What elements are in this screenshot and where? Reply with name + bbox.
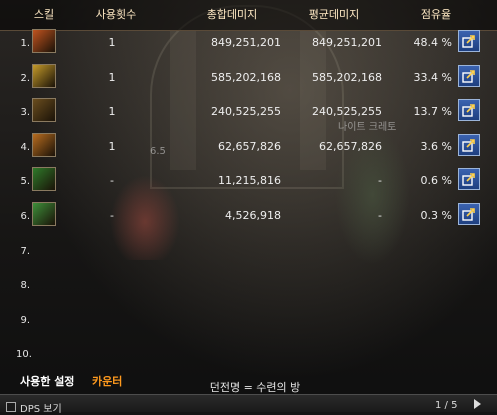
header-count: 사용횟수 — [95, 8, 137, 21]
flame-skill-icon — [32, 29, 56, 53]
table-row: 2. 1 585,202,168 585,202,168 33.4 % — [0, 61, 497, 97]
row-index: 3. — [20, 107, 30, 119]
table-row: 3. 1 240,525,255 240,525,255 13.7 % — [0, 95, 497, 131]
table-row: 10. — [0, 337, 497, 373]
header-avg: 평균데미지 — [308, 8, 360, 21]
export-icon — [462, 208, 475, 221]
page-indicator: 1 / 5 — [435, 400, 458, 411]
share-cell: 13.7 % — [413, 105, 452, 119]
green-strike-skill-icon — [32, 202, 56, 226]
export-icon — [462, 138, 475, 152]
avg-damage-cell: 240,525,255 — [312, 105, 382, 119]
tab-used-settings[interactable]: 사용한 설정 — [20, 373, 74, 389]
total-damage-cell: 62,657,826 — [218, 139, 281, 153]
table-row: 6. - 4,526,918 - 0.3 % — [0, 199, 497, 235]
row-index: 8. — [20, 280, 30, 292]
share-button[interactable] — [458, 30, 480, 52]
count-cell: 1 — [108, 70, 116, 84]
avg-damage-cell: - — [378, 174, 382, 188]
row-index: 9. — [20, 314, 30, 326]
row-index: 4. — [20, 141, 30, 153]
total-damage-cell: 11,215,816 — [218, 174, 281, 188]
header-total: 총합데미지 — [206, 8, 258, 21]
table-row: 8. — [0, 268, 497, 304]
header-skill: 스킬 — [33, 8, 55, 21]
row-index: 6. — [20, 211, 30, 222]
green-blade-skill-icon — [32, 167, 56, 192]
avg-damage-cell: 849,251,201 — [312, 36, 382, 49]
count-cell: - — [110, 209, 114, 222]
sword-burst-skill-icon — [32, 63, 56, 88]
share-cell: 33.4 % — [413, 70, 452, 84]
export-icon — [462, 173, 475, 187]
table-row: 9. — [0, 303, 497, 339]
export-icon — [462, 104, 475, 117]
count-cell: 1 — [108, 105, 116, 119]
dungeon-name: 던전명 = 수련의 방 — [209, 381, 301, 394]
table-row: 5. - 11,215,816 - 0.6 % — [0, 164, 497, 200]
avg-damage-cell: 585,202,168 — [312, 70, 382, 84]
share-cell: 3.6 % — [420, 139, 452, 153]
share-cell: 48.4 % — [413, 36, 452, 49]
table-row: 4. 1 62,657,826 62,657,826 3.6 % — [0, 130, 497, 166]
tab-counter[interactable]: 카운터 — [92, 373, 122, 389]
export-icon — [462, 35, 475, 48]
total-damage-cell: 585,202,168 — [211, 70, 281, 84]
avg-damage-cell: - — [378, 209, 382, 222]
row-index: 5. — [20, 176, 30, 188]
row-index: 7. — [20, 245, 30, 257]
total-damage-cell: 849,251,201 — [211, 36, 281, 49]
next-page-icon[interactable] — [474, 399, 481, 409]
share-button[interactable] — [458, 203, 480, 225]
header-share: 점유율 — [420, 8, 452, 21]
count-cell: 1 — [108, 36, 116, 49]
share-button[interactable] — [458, 64, 480, 87]
table-row: 7. — [0, 234, 497, 270]
row-index: 10. — [16, 349, 32, 361]
row-index: 1. — [20, 38, 30, 49]
share-button[interactable] — [458, 99, 480, 122]
share-button[interactable] — [458, 133, 480, 156]
bottom-bar: 던전명 = 수련의 방 DPS 보기 1 / 5 — [0, 381, 497, 415]
cross-swords-skill-icon — [32, 132, 56, 157]
avg-damage-cell: 62,657,826 — [319, 139, 382, 153]
count-cell: - — [110, 174, 114, 188]
table-row: 1. 1 849,251,201 849,251,201 48.4 % — [0, 26, 497, 62]
total-damage-cell: 4,526,918 — [225, 209, 281, 222]
count-cell: 1 — [108, 139, 116, 153]
dps-label: DPS 보기 — [20, 404, 62, 415]
total-damage-cell: 240,525,255 — [211, 105, 281, 119]
share-cell: 0.3 % — [420, 209, 452, 222]
share-button[interactable] — [458, 168, 480, 191]
share-cell: 0.6 % — [420, 174, 452, 188]
row-index: 2. — [20, 72, 30, 84]
slash-arc-skill-icon — [32, 98, 56, 123]
export-icon — [462, 69, 475, 83]
